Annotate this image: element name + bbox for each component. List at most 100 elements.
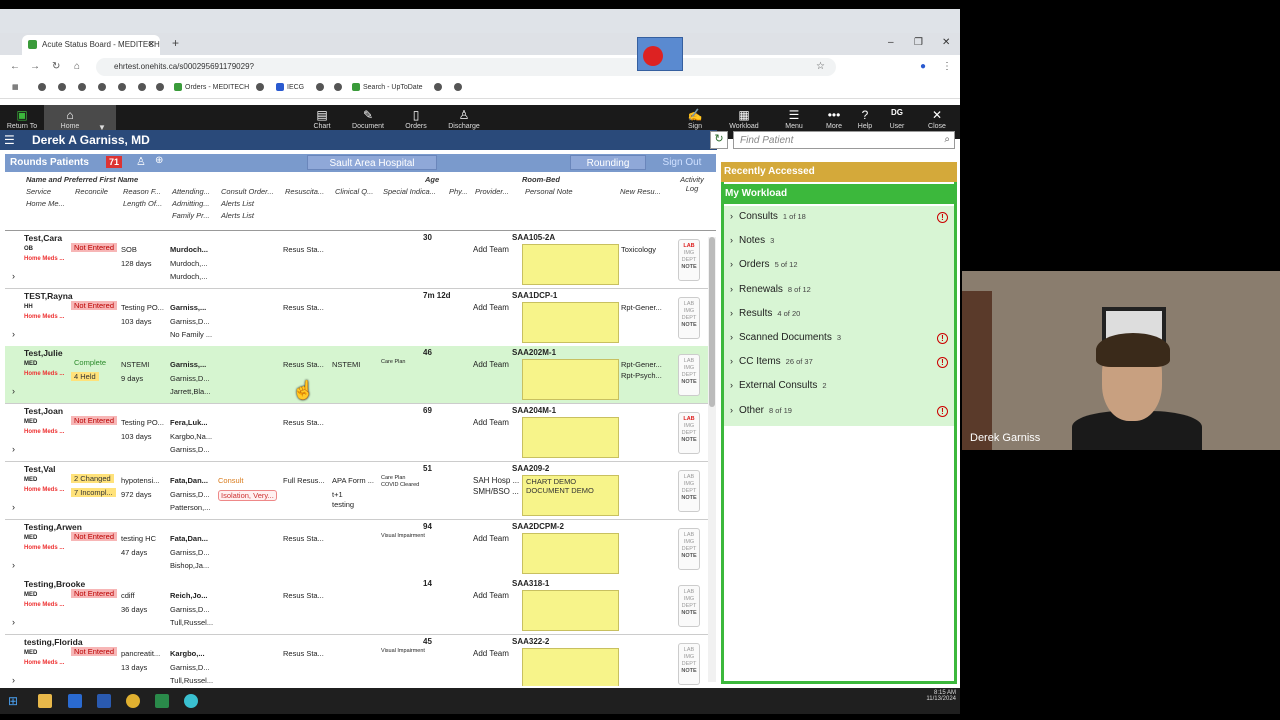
discharge-button[interactable]: ♙ Discharge (444, 108, 484, 130)
workload-item[interactable]: › Other 8 of 19! (730, 405, 952, 427)
col-personal-note[interactable]: Personal Note (525, 187, 573, 196)
col-family[interactable]: Family Pr... (172, 211, 210, 220)
user-button[interactable]: DG User (877, 108, 917, 130)
browser-tab[interactable]: Acute Status Board - MEDITECH ✕ (22, 35, 160, 55)
col-admitting[interactable]: Admitting... (172, 199, 210, 208)
word-icon[interactable] (97, 694, 111, 708)
personal-note[interactable] (522, 647, 619, 686)
minimize-icon[interactable]: – (888, 37, 894, 48)
bookmark-icon[interactable] (256, 83, 267, 91)
workload-item[interactable]: › Scanned Documents 3! (730, 332, 952, 354)
patient-row[interactable]: Test,Val MED Home Meds ... 2 Changed 7 Incom… (5, 461, 708, 520)
bookmark-iecg[interactable]: IECG (276, 83, 304, 91)
sign-out-button[interactable]: Sign Out (650, 155, 714, 170)
excel-icon[interactable] (155, 694, 169, 708)
col-service[interactable]: Service (26, 187, 51, 196)
provider-link[interactable]: Add Team (473, 360, 509, 369)
personal-note[interactable]: CHART DEMO DOCUMENT DEMO (522, 474, 619, 516)
bookmark-star-icon[interactable]: ☆ (816, 61, 825, 72)
orders-button[interactable]: ▯ Orders (396, 108, 436, 130)
bookmark-orders[interactable]: Orders - MEDITECH (174, 83, 249, 91)
url-field[interactable]: ehrtest.onehits.ca/s000295691179029? (96, 58, 836, 76)
expand-chevron-icon[interactable]: › (12, 675, 15, 685)
personal-note[interactable] (522, 417, 619, 459)
bookmark-icon[interactable] (434, 83, 445, 91)
col-alerts-2[interactable]: Alerts List (221, 211, 254, 220)
close-tab-icon[interactable]: ✕ (147, 39, 155, 50)
col-reason[interactable]: Reason F... (123, 187, 161, 196)
find-patient-input[interactable]: Find Patient ⌕ (733, 131, 955, 149)
patient-row[interactable]: Test,Cara OB Home Meds ... Not Entered SOB 12… (5, 231, 708, 289)
activity-log-button[interactable]: LAB IMG DEPT NOTE (678, 354, 700, 397)
col-activity-log[interactable]: Activity Log (677, 175, 707, 193)
bookmark-icon[interactable] (156, 83, 167, 91)
bookmark-icon[interactable] (138, 83, 149, 91)
col-length[interactable]: Length Of... (123, 199, 162, 208)
workload-item[interactable]: › External Consults 2 (730, 380, 952, 402)
bookmark-icon[interactable] (98, 83, 109, 91)
workload-item[interactable]: › Consults 1 of 18! (730, 211, 952, 233)
restore-icon[interactable]: ❐ (914, 37, 923, 48)
patient-row[interactable]: Test,Joan MED Home Meds ... Not Entered Test… (5, 404, 708, 463)
app-icon[interactable] (184, 694, 198, 708)
col-age[interactable]: Age (425, 175, 439, 184)
my-workload-header[interactable]: My Workload (721, 184, 957, 204)
patient-row[interactable]: Testing,Arwen MED Home Meds ... Not Entered… (5, 519, 708, 578)
patient-row[interactable]: TEST,Rayna HH Home Meds ... Not Entered Test… (5, 288, 708, 347)
windows-start-icon[interactable]: ⊞ (8, 694, 22, 708)
expand-chevron-icon[interactable]: › (12, 444, 15, 454)
home-meds-link[interactable]: Home Meds ... (24, 487, 64, 493)
workload-item[interactable]: › Orders 5 of 12 (730, 259, 952, 281)
expand-chevron-icon[interactable]: › (12, 502, 15, 512)
workload-item[interactable]: › Notes 3 (730, 235, 952, 257)
provider-link[interactable]: Add Team (473, 534, 509, 543)
provider-link[interactable]: Add Team (473, 649, 509, 658)
home-meds-link[interactable]: Home Meds ... (24, 371, 64, 377)
activity-log-button[interactable]: LAB IMG DEPT NOTE (678, 469, 700, 512)
col-home-meds[interactable]: Home Me... (26, 199, 65, 208)
close-window-icon[interactable]: ✕ (942, 37, 950, 48)
hospital-button[interactable]: Sault Area Hospital (307, 155, 437, 170)
scrollbar-thumb[interactable] (709, 237, 715, 407)
personal-note[interactable] (522, 359, 619, 401)
reload-icon[interactable]: ↻ (52, 61, 60, 72)
search-icon[interactable]: ⌕ (944, 134, 950, 145)
sign-button[interactable]: ✍ Sign (675, 108, 715, 130)
back-icon[interactable]: ← (10, 61, 20, 72)
col-alerts[interactable]: Alerts List (221, 199, 254, 208)
activity-log-button[interactable]: LAB IMG DEPT NOTE (678, 527, 700, 570)
col-attending[interactable]: Attending... (172, 187, 210, 196)
workload-item[interactable]: › Renewals 8 of 12 (730, 284, 952, 306)
bookmark-icon[interactable] (78, 83, 89, 91)
col-new-results[interactable]: New Resu... (620, 187, 661, 196)
expand-chevron-icon[interactable]: › (12, 386, 15, 396)
provider-link[interactable]: SAH Hosp ... (473, 476, 519, 485)
activity-log-button[interactable]: LAB IMG DEPT NOTE (678, 239, 700, 281)
chart-button[interactable]: ▤ Chart (302, 108, 342, 130)
close-button[interactable]: ✕ Close (917, 108, 957, 130)
return-to-button[interactable]: ▣ Return To (2, 108, 42, 130)
bookmark-icon[interactable] (334, 83, 345, 91)
home-meds-link[interactable]: Home Meds ... (24, 429, 64, 435)
workload-item[interactable]: › Results 4 of 20 (730, 308, 952, 330)
home-icon[interactable]: ⌂ (74, 61, 80, 72)
personal-note[interactable] (522, 244, 619, 285)
patient-row[interactable]: Test,Julie MED Home Meds ... Complete 4 Held… (5, 346, 708, 405)
bookmark-icon[interactable] (58, 83, 69, 91)
patient-row[interactable]: Testing,Brooke MED Home Meds ... Not Entere… (5, 577, 708, 636)
col-provider[interactable]: Provider... (475, 187, 509, 196)
rounding-button[interactable]: Rounding (570, 155, 646, 170)
bookmark-icon[interactable] (118, 83, 129, 91)
patient-row[interactable]: testing,Florida MED Home Meds ... Not Enter… (5, 634, 708, 686)
home-meds-link[interactable]: Home Meds ... (24, 256, 64, 262)
new-tab-icon[interactable]: + (172, 36, 179, 50)
provider-link[interactable]: Add Team (473, 303, 509, 312)
col-name[interactable]: Name and Preferred First Name (26, 175, 138, 184)
add-circle-icon[interactable]: ⊕ (155, 155, 163, 166)
bookmark-icon[interactable] (454, 83, 465, 91)
forward-icon[interactable]: → (30, 61, 40, 72)
recently-accessed-header[interactable]: Recently Accessed (721, 162, 957, 182)
home-meds-link[interactable]: Home Meds ... (24, 314, 64, 320)
col-phy[interactable]: Phy... (449, 187, 468, 196)
home-meds-link[interactable]: Home Meds ... (24, 660, 64, 666)
